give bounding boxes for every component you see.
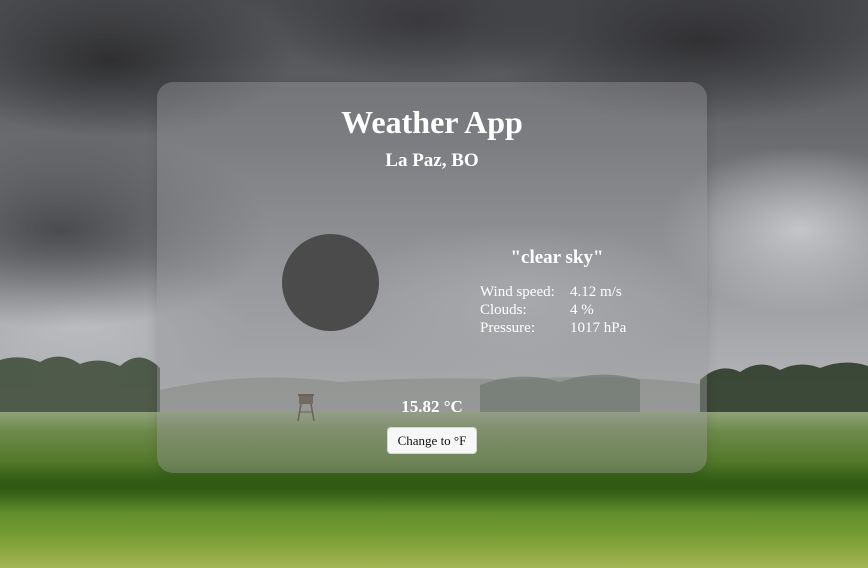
pressure-value: 1017 hPa	[570, 320, 627, 336]
wind-speed-value: 4.12 m/s	[570, 284, 622, 300]
weather-card: Weather App La Paz, BO "clear sky" Wind …	[157, 82, 707, 473]
detail-row-wind: Wind speed: 4.12 m/s	[480, 283, 626, 301]
change-unit-button[interactable]: Change to °F	[387, 427, 477, 454]
app-title: Weather App	[341, 104, 523, 140]
temperature-display: 15.82 °C	[401, 397, 463, 416]
clouds-label: Clouds:	[480, 302, 527, 318]
weather-condition-icon	[282, 234, 379, 331]
pressure-label: Pressure:	[480, 320, 535, 336]
detail-row-clouds: Clouds: 4 %	[480, 301, 626, 319]
wind-speed-label: Wind speed:	[480, 284, 555, 300]
location-name: La Paz, BO	[385, 150, 479, 171]
weather-details: Wind speed: 4.12 m/s Clouds: 4 % Pressur…	[480, 283, 626, 337]
detail-row-pressure: Pressure: 1017 hPa	[480, 319, 626, 337]
weather-description: "clear sky"	[510, 247, 604, 268]
clouds-value: 4 %	[570, 302, 594, 318]
